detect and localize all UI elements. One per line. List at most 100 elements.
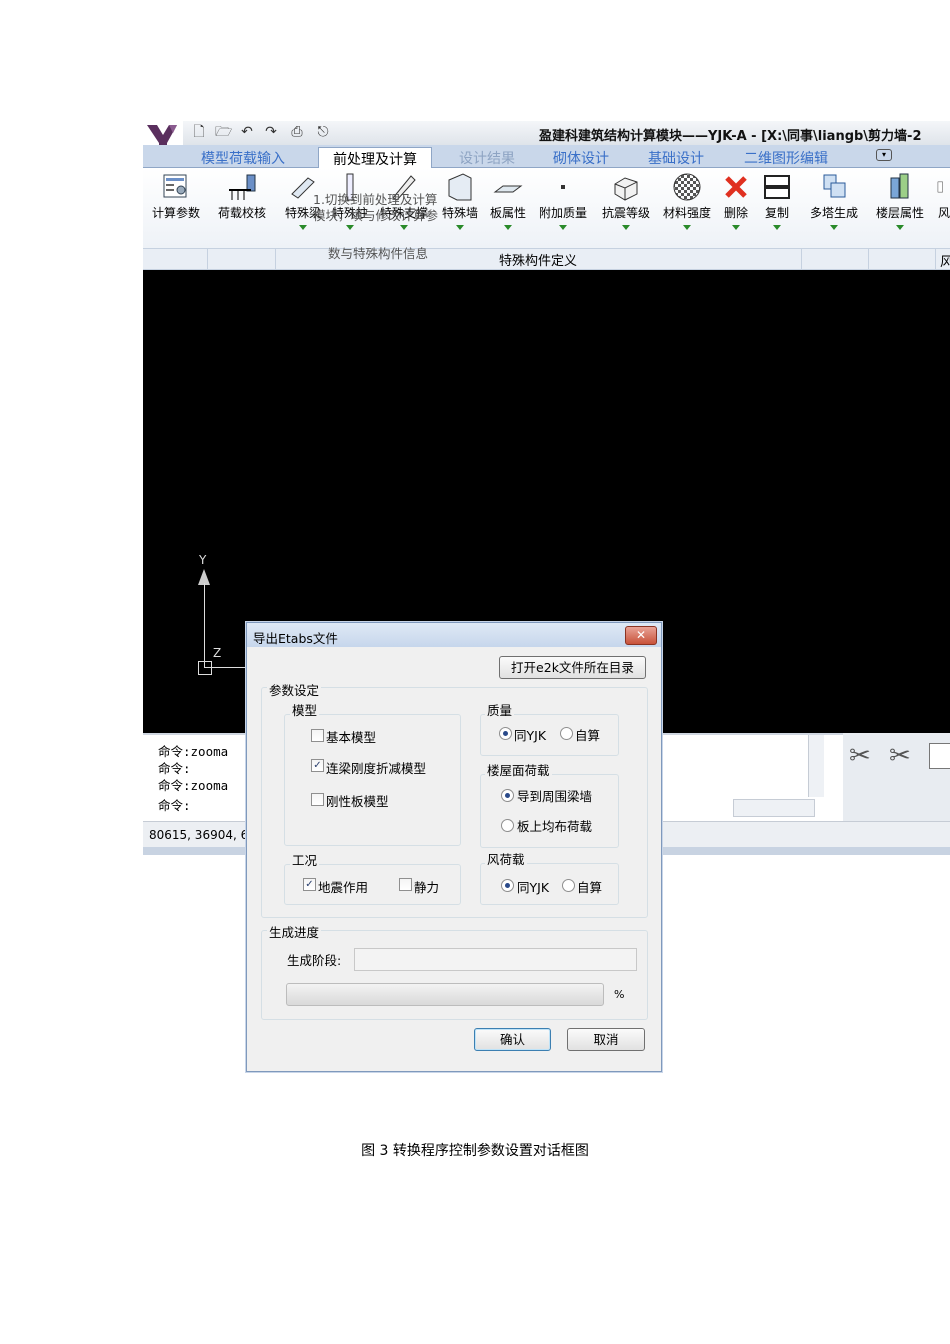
dropdown-arrow-icon[interactable] [504,225,512,230]
dropdown-arrow-icon[interactable] [830,225,838,230]
delete-icon [725,176,747,198]
open-e2k-dir-button[interactable]: 打开e2k文件所在目录 [499,656,646,679]
tab-foundation-design[interactable]: 基础设计 [648,148,704,168]
progress-group-label: 生成进度 [267,922,322,941]
axis-origin-icon [198,661,212,675]
dropdown-arrow-icon[interactable] [622,225,630,230]
group-separator [801,249,802,269]
horizontal-scrollbar[interactable] [733,799,815,817]
cancel-button[interactable]: 取消 [567,1028,645,1051]
uniform-slab-load-label: 板上均布荷载 [517,819,593,834]
wind-button[interactable]: 风 [937,172,950,242]
new-file-icon[interactable]: 🗋 [191,124,207,140]
load-to-beams-walls-radio[interactable] [501,789,514,802]
floor-property-button[interactable]: 楼层属性 [871,172,929,242]
ribbon-tab-bar: 模型荷载输入 前处理及计算 设计结果 砌体设计 基础设计 二维图形编辑 ▾ [143,145,950,172]
copy-button[interactable]: 复制 [759,172,795,242]
wind-same-yjk-label: 同YJK [517,880,550,895]
group-separator [275,249,276,269]
dropdown-arrow-icon[interactable] [896,225,904,230]
mass-self-calc-radio[interactable] [560,727,573,740]
scissors-icon[interactable]: ✂ [849,741,871,771]
tab-masonry-design[interactable]: 砌体设计 [553,148,609,168]
wind-same-yjk-radio[interactable] [501,879,514,892]
axis-y-line [204,583,205,667]
dropdown-arrow-icon[interactable] [683,225,691,230]
load-check-label: 荷载校核 [217,206,266,220]
static-checkbox[interactable] [399,878,412,891]
undo-icon[interactable]: ↶ [239,124,255,140]
load-check-button[interactable]: 荷载校核 [213,172,271,242]
axis-y-label: Y [199,553,207,567]
coupling-beam-reduction-checkbox[interactable]: ✓ [311,759,324,772]
material-strength-label: 材料强度 [662,206,711,220]
group-separator [207,249,208,269]
seismic-action-checkbox[interactable]: ✓ [303,878,316,891]
wind-self-calc-radio[interactable] [562,879,575,892]
mass-self-calc-label: 自算 [575,728,601,743]
seismic-grade-label: 抗震等级 [601,206,650,220]
rigid-slab-checkbox[interactable] [311,793,324,806]
callout-line-1: 1.切换到前处理及计算 [313,192,438,207]
group-separator [935,249,936,269]
rigid-slab-label: 刚性板模型 [326,794,389,809]
copy-label: 复制 [764,206,789,220]
dialog-title-bar[interactable]: 导出Etabs文件 ✕ [247,623,661,647]
group-title-special-members: 特殊构件定义 [499,254,578,269]
progress-group [261,930,648,1020]
basic-model-checkbox[interactable] [311,729,324,742]
mass-same-yjk-label: 同YJK [514,728,547,743]
mass-same-yjk-radio[interactable] [499,727,512,740]
wind-icon [937,181,943,193]
exit-icon[interactable]: ⎋ [315,124,331,140]
dropdown-arrow-icon[interactable] [400,225,408,230]
tab-2d-graphics-edit[interactable]: 二维图形编辑 [744,148,828,168]
wind-load-group-label: 风荷载 [485,849,527,868]
tab-model-load-input[interactable]: 模型荷载输入 [201,148,285,168]
slab-property-icon [493,185,523,193]
progress-bar [286,983,604,1006]
open-file-icon[interactable]: 🗁 [215,124,232,140]
dialog-title: 导出Etabs文件 [253,631,338,646]
static-label: 静力 [414,880,440,895]
dropdown-arrow-icon[interactable] [346,225,354,230]
model-group-label: 模型 [290,700,320,719]
floor-property-icon [890,173,909,199]
percent-sign: % [614,988,625,1001]
callout-line-2: 模块，填与修改计算参 [313,208,439,223]
load-to-beams-walls-label: 导到周围梁墙 [517,789,593,804]
added-mass-button[interactable]: 附加质量 [534,172,592,242]
calc-params-button[interactable]: 计算参数 [147,172,205,242]
delete-button[interactable]: 删除 [719,172,753,242]
dropdown-arrow-icon[interactable] [732,225,740,230]
dropdown-arrow-icon[interactable] [559,225,567,230]
tab-design-results[interactable]: 设计结果 [459,148,515,168]
ribbon-options-icon[interactable]: ▾ [876,149,892,161]
seismic-action-label: 地震作用 [318,880,369,895]
close-button[interactable]: ✕ [625,626,657,645]
scissors-undo-icon[interactable]: ✂ [889,741,911,771]
redo-icon[interactable]: ↷ [263,124,279,140]
dropdown-arrow-icon[interactable] [456,225,464,230]
slab-property-button[interactable]: 板属性 [485,172,531,242]
slab-property-label: 板属性 [489,206,526,220]
callout-line-3: 数与特殊构件信息 [328,246,429,261]
ok-button[interactable]: 确认 [474,1028,551,1051]
command-input[interactable]: 命令: [158,795,191,814]
copy-icon [764,175,790,199]
dropdown-arrow-icon[interactable] [299,225,307,230]
wind-label: 风 [937,206,950,220]
material-strength-button[interactable]: 材料强度 [658,172,716,242]
uniform-slab-load-radio[interactable] [501,819,514,832]
dropdown-arrow-icon[interactable] [773,225,781,230]
export-etabs-dialog: 导出Etabs文件 ✕ 打开e2k文件所在目录 参数设定 模型 基本模型 ✓ 连… [246,622,662,1072]
group-title-wind: 风 [940,255,950,270]
mass-group-label: 质量 [485,700,515,719]
box-icon[interactable] [929,743,950,769]
print-icon[interactable]: ⎙ [289,124,305,140]
quick-access-toolbar: 🗋 🗁 ↶ ↷ ⎙ ⎋ 盈建科建筑结构计算模块——YJK-A - [X:\同事\… [143,121,950,145]
command-scrollbar[interactable] [808,735,824,797]
multi-tower-button[interactable]: 多塔生成 [805,172,863,242]
case-group-label: 工况 [290,850,320,869]
seismic-grade-button[interactable]: 抗震等级 [597,172,655,242]
